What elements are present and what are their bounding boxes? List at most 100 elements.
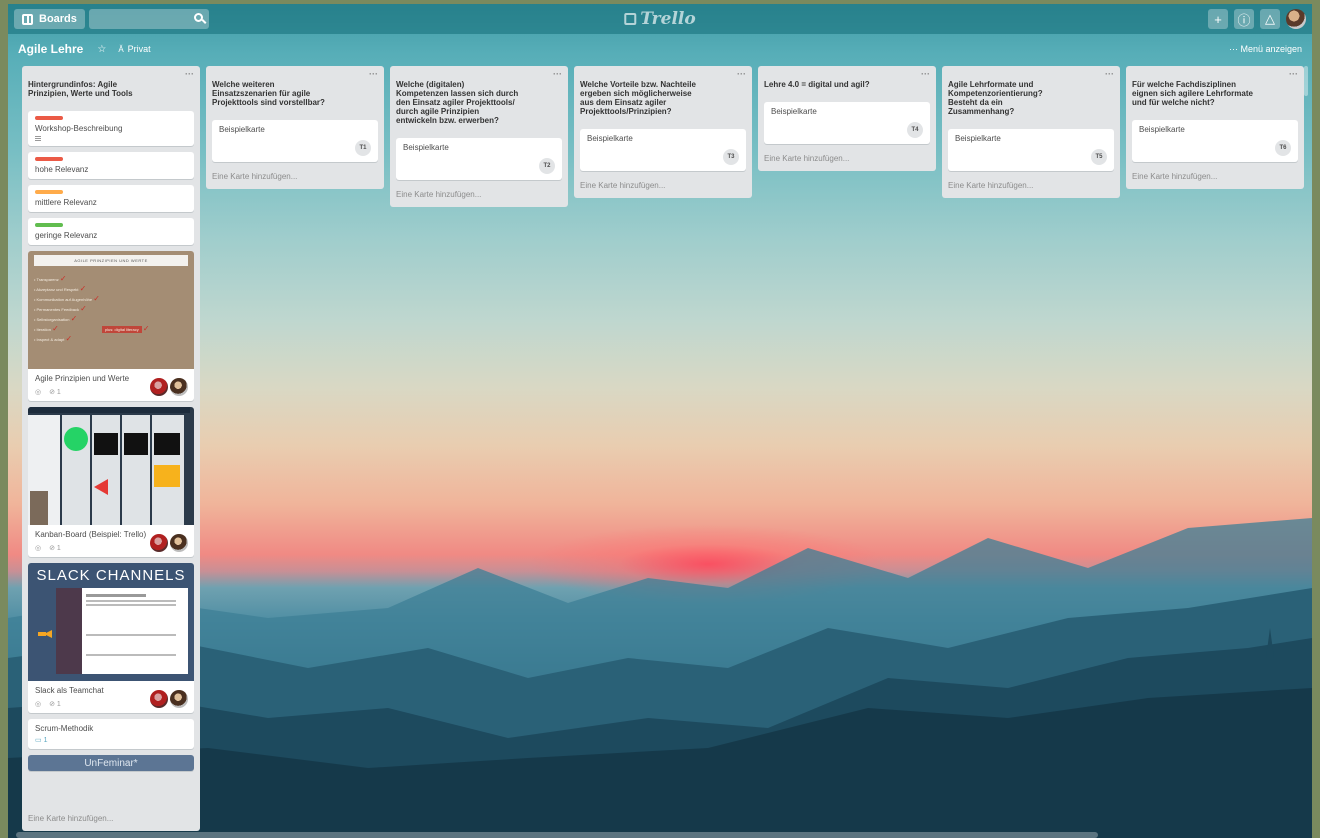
list-title[interactable]: Welche Vorteile bzw. Nachteile ergeben s… <box>580 66 746 129</box>
list-einsatzszenarien: Welche weiteren Einsatzszenarien für agi… <box>206 66 384 189</box>
add-card-link[interactable]: Eine Karte hinzufügen... <box>212 168 378 183</box>
member-avatar[interactable] <box>150 378 168 396</box>
list-title[interactable]: Lehre 4.0 = digital und agil? ··· <box>764 66 930 102</box>
list-vorteile-nachteile: Welche Vorteile bzw. Nachteile ergeben s… <box>574 66 752 198</box>
cover-heading: AGILE PRINZIPIEN UND WERTE <box>34 255 188 266</box>
board-background: Boards Trello + ⓘ △ Agile Lehre ☆ Ă Priv… <box>8 4 1312 838</box>
card-slack[interactable]: SLACK CHANNELS Slack als Teamchat ◎ ⊘ 1 <box>28 563 194 713</box>
list-title[interactable]: Für welche Fachdisziplinen eignen sich a… <box>1132 66 1298 120</box>
member-avatar[interactable] <box>150 534 168 552</box>
card-title: Beispielkarte <box>219 125 265 134</box>
board-title[interactable]: Agile Lehre <box>18 42 83 56</box>
list-title[interactable]: Agile Lehrformate und Kompetenzorientier… <box>948 66 1114 129</box>
add-button[interactable]: + <box>1208 9 1228 29</box>
member-avatar[interactable] <box>170 378 188 396</box>
cover-item-text: Permanentes Feedback <box>36 307 79 312</box>
card-agile-prinzipien[interactable]: AGILE PRINZIPIEN UND WERTE • Transparenz… <box>28 251 194 401</box>
card-cover-image: SLACK CHANNELS <box>28 563 194 681</box>
trello-logo[interactable]: Trello <box>624 9 696 29</box>
board-header: Agile Lehre ☆ Ă Privat ··· Menü anzeigen <box>8 34 1312 64</box>
watch-icon: ◎ <box>35 545 42 552</box>
card-title: Beispielkarte <box>1139 125 1185 134</box>
trello-logo-icon <box>624 13 637 25</box>
card-mittlere-relevanz[interactable]: mittlere Relevanz <box>28 185 194 212</box>
card-title: mittlere Relevanz <box>35 198 97 207</box>
card-members <box>150 378 188 396</box>
search-input[interactable] <box>88 9 209 29</box>
search-icon[interactable] <box>193 13 203 22</box>
list-menu-icon[interactable]: ··· <box>1105 70 1114 79</box>
card-unfeminar[interactable]: UnFeminar* <box>28 755 194 771</box>
boards-button[interactable]: Boards <box>14 9 85 29</box>
cover-pill: plus: digital literacy <box>101 326 142 333</box>
member-initials-badge[interactable]: T6 <box>1275 140 1291 156</box>
cover-heading: SLACK CHANNELS <box>36 567 186 584</box>
bell-icon[interactable]: △ <box>1260 9 1280 29</box>
top-header: Boards Trello + ⓘ △ <box>8 4 1312 34</box>
add-card-link[interactable]: Eine Karte hinzufügen... <box>580 177 746 192</box>
add-card-link[interactable]: Eine Karte hinzufügen... <box>396 186 562 201</box>
card-hohe-relevanz[interactable]: hohe Relevanz <box>28 152 194 179</box>
list-title[interactable]: Welche weiteren Einsatzszenarien für agi… <box>212 66 378 120</box>
cover-item: • Transparenz ✓ <box>34 274 67 283</box>
list-fachdisziplinen: Für welche Fachdisziplinen eignen sich a… <box>1126 66 1304 189</box>
trello-logo-text: Trello <box>640 9 696 29</box>
label-orange <box>35 190 63 194</box>
list-menu-icon[interactable]: ··· <box>1289 70 1298 79</box>
horizontal-scrollbar[interactable] <box>16 832 1098 838</box>
user-avatar[interactable] <box>1286 9 1306 29</box>
member-avatar[interactable] <box>170 690 188 708</box>
list-title[interactable]: Welche (digitalen) Kompetenzen lassen si… <box>396 66 562 138</box>
watch-icon: ◎ <box>35 701 42 708</box>
member-initials-badge[interactable]: T4 <box>907 122 923 138</box>
cover-item: • Selbstorganisation ✓ <box>34 314 78 323</box>
member-avatar[interactable] <box>150 690 168 708</box>
member-initials-badge[interactable]: T5 <box>1091 149 1107 165</box>
label-green <box>35 223 63 227</box>
attachment-count: 1 <box>56 545 61 552</box>
list-menu-icon[interactable]: ··· <box>185 70 194 79</box>
show-menu-link[interactable]: ··· Menü anzeigen <box>1229 44 1302 54</box>
search-box[interactable] <box>88 9 209 29</box>
mountain-silhouette <box>8 518 1312 838</box>
vertical-scrollbar[interactable] <box>1304 66 1308 96</box>
card-kanban-board[interactable]: Kanban-Board (Beispiel: Trello) ◎ ⊘ 1 <box>28 407 194 557</box>
card-badges: ▭ 1 <box>35 736 187 744</box>
card-beispielkarte[interactable]: Beispielkarte T4 <box>764 102 930 144</box>
list-menu-icon[interactable]: ··· <box>369 70 378 79</box>
list-menu-icon[interactable]: ··· <box>553 70 562 79</box>
add-card-link[interactable]: Eine Karte hinzufügen... <box>28 810 113 825</box>
list-title-text: Welche weiteren Einsatzszenarien für agi… <box>212 80 325 107</box>
member-initials-badge[interactable]: T1 <box>355 140 371 156</box>
card-beispielkarte[interactable]: Beispielkarte T3 <box>580 129 746 171</box>
privacy-button[interactable]: Ă Privat <box>118 44 150 54</box>
add-card-link[interactable]: Eine Karte hinzufügen... <box>1132 168 1298 183</box>
info-icon[interactable]: ⓘ <box>1234 9 1254 29</box>
card-scrum[interactable]: Scrum-Methodik ▭ 1 <box>28 719 194 749</box>
cover-item-text: Inspect & adapt <box>36 337 65 342</box>
member-initials-badge[interactable]: T2 <box>539 158 555 174</box>
list-title-text: Agile Lehrformate und Kompetenzorientier… <box>948 80 1043 116</box>
add-card-link[interactable]: Eine Karte hinzufügen... <box>948 177 1114 192</box>
card-cover-image <box>28 407 194 525</box>
comment-badge: ▭ 1 <box>35 737 48 744</box>
card-title: Beispielkarte <box>403 143 449 152</box>
card-workshop[interactable]: Workshop-Beschreibung <box>28 111 194 146</box>
card-beispielkarte[interactable]: Beispielkarte T1 <box>212 120 378 162</box>
list-title[interactable]: Hintergrundinfos: Agile Prinzipien, Wert… <box>28 66 194 111</box>
card-title: hohe Relevanz <box>35 165 89 174</box>
star-icon[interactable]: ☆ <box>97 44 106 55</box>
attachment-badge: ⊘ 1 <box>49 701 61 708</box>
member-initials-badge[interactable]: T3 <box>723 149 739 165</box>
list-title-text: Für welche Fachdisziplinen eignen sich a… <box>1132 80 1253 107</box>
card-geringe-relevanz[interactable]: geringe Relevanz <box>28 218 194 245</box>
list-menu-icon[interactable]: ··· <box>921 70 930 79</box>
add-card-link[interactable]: Eine Karte hinzufügen... <box>764 150 930 165</box>
card-title: Beispielkarte <box>955 134 1001 143</box>
card-beispielkarte[interactable]: Beispielkarte T5 <box>948 129 1114 171</box>
member-avatar[interactable] <box>170 534 188 552</box>
card-beispielkarte[interactable]: Beispielkarte T2 <box>396 138 562 180</box>
list-menu-icon[interactable]: ··· <box>737 70 746 79</box>
list-hintergrundinfos: Hintergrundinfos: Agile Prinzipien, Wert… <box>22 66 200 831</box>
card-beispielkarte[interactable]: Beispielkarte T6 <box>1132 120 1298 162</box>
